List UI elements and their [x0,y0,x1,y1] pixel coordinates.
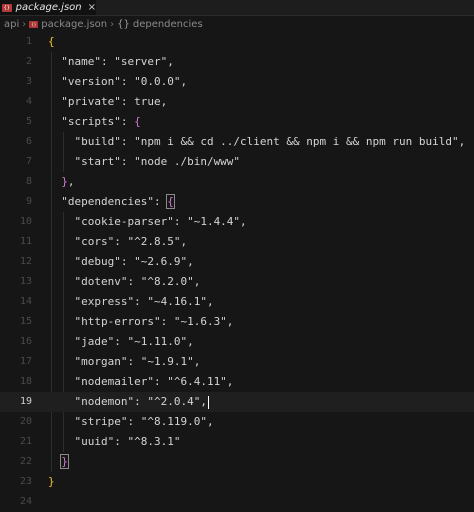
code-line[interactable]: 3 "version": "0.0.0", [0,72,474,92]
code-line[interactable]: 5 "scripts": { [0,112,474,132]
code-line[interactable]: 6 "build": "npm i && cd ../client && npm… [0,132,474,152]
line-number: 8 [25,176,32,187]
line-text: "name": "server", [48,55,174,68]
line-number: 1 [25,36,32,47]
line-text: "build": "npm i && cd ../client && npm i… [48,135,466,148]
line-text: "http-errors": "~1.6.3", [48,315,234,328]
code-line[interactable]: 13 "dotenv": "^8.2.0", [0,272,474,292]
line-number: 6 [25,136,32,147]
code-line[interactable]: 21 "uuid": "^8.3.1" [0,432,474,452]
line-number: 21 [19,436,32,447]
line-number: 19 [19,396,32,407]
code-line[interactable]: 9 "dependencies": { [0,192,474,212]
line-text: "nodemon": "^2.0.4", [48,395,209,409]
line-number: 2 [25,56,32,67]
breadcrumb-separator: › [22,19,27,30]
tab-label: package.json [15,2,82,13]
line-text: "express": "~4.16.1", [48,295,214,308]
line-number: 7 [25,156,32,167]
code-line[interactable]: 8 }, [0,172,474,192]
code-line[interactable]: 1{ [0,32,474,52]
line-text: "version": "0.0.0", [48,75,188,88]
code-line[interactable]: 10 "cookie-parser": "~1.4.4", [0,212,474,232]
code-line[interactable]: 4 "private": true, [0,92,474,112]
breadcrumb-root[interactable]: api [4,19,19,30]
code-line[interactable]: 16 "jade": "~1.11.0", [0,332,474,352]
line-number: 22 [19,456,32,467]
code-line[interactable]: 11 "cors": "^2.8.5", [0,232,474,252]
object-icon: {} [117,19,130,30]
line-text: { [48,35,55,48]
line-number: 18 [19,376,32,387]
code-line[interactable]: 17 "morgan": "~1.9.1", [0,352,474,372]
breadcrumb-file[interactable]: {} package.json [29,19,107,30]
code-line[interactable]: 24 [0,492,474,512]
code-line[interactable]: 18 "nodemailer": "^6.4.11", [0,372,474,392]
code-line[interactable]: 15 "http-errors": "~1.6.3", [0,312,474,332]
line-number: 23 [19,476,32,487]
line-text: "stripe": "^8.119.0", [48,415,214,428]
line-text: "cors": "^2.8.5", [48,235,188,248]
line-number: 5 [25,116,32,127]
line-text: "morgan": "~1.9.1", [48,355,201,368]
line-number: 15 [19,316,32,327]
breadcrumb-symbol-label: dependencies [132,19,203,30]
code-line[interactable]: 20 "stripe": "^8.119.0", [0,412,474,432]
code-line[interactable]: 2 "name": "server", [0,52,474,72]
json-file-icon: {} [29,20,39,28]
line-text: }, [61,175,75,188]
line-text: } [48,475,55,488]
code-line[interactable]: 12 "debug": "~2.6.9", [0,252,474,272]
line-text: "start": "node ./bin/www" [48,155,241,168]
line-number: 10 [19,216,32,227]
line-text: "debug": "~2.6.9", [48,255,194,268]
line-number: 16 [19,336,32,347]
line-text: "dotenv": "^8.2.0", [48,275,201,288]
line-text: "scripts": { [61,115,141,128]
line-number: 20 [19,416,32,427]
line-text: "jade": "~1.11.0", [48,335,194,348]
tab-bar: {} package.json × [0,0,474,16]
line-number: 12 [19,256,32,267]
tab-package-json[interactable]: {} package.json × [0,0,96,15]
text-cursor [207,395,209,409]
line-number: 13 [19,276,32,287]
line-number: 24 [19,496,32,507]
breadcrumb-separator: › [110,19,115,30]
code-line[interactable]: 22 } [0,452,474,472]
line-text: } [60,454,69,469]
line-number: 3 [25,76,32,87]
line-text: "private": true, [48,95,168,108]
json-file-icon: {} [2,3,12,12]
code-line[interactable]: 7 "start": "node ./bin/www" [0,152,474,172]
line-number: 14 [19,296,32,307]
code-line[interactable]: 23} [0,472,474,492]
line-text: "uuid": "^8.3.1" [48,435,181,448]
code-editor[interactable]: 1{2 "name": "server", 3 "version": "0.0.0… [0,32,474,507]
code-line[interactable]: 19 "nodemon": "^2.0.4", [0,392,474,412]
code-line[interactable]: 14 "express": "~4.16.1", [0,292,474,312]
line-number: 11 [19,236,32,247]
breadcrumb: api › {} package.json › {} dependencies [0,16,474,33]
line-text: "nodemailer": "^6.4.11", [48,375,234,388]
line-number: 4 [25,96,32,107]
breadcrumb-file-label: package.json [41,19,108,30]
line-text: "cookie-parser": "~1.4.4", [48,215,247,228]
close-icon[interactable]: × [88,2,96,13]
line-number: 17 [19,356,32,367]
breadcrumb-symbol[interactable]: {} dependencies [117,19,203,30]
line-text: "dependencies": { [61,194,175,209]
line-number: 9 [25,196,32,207]
